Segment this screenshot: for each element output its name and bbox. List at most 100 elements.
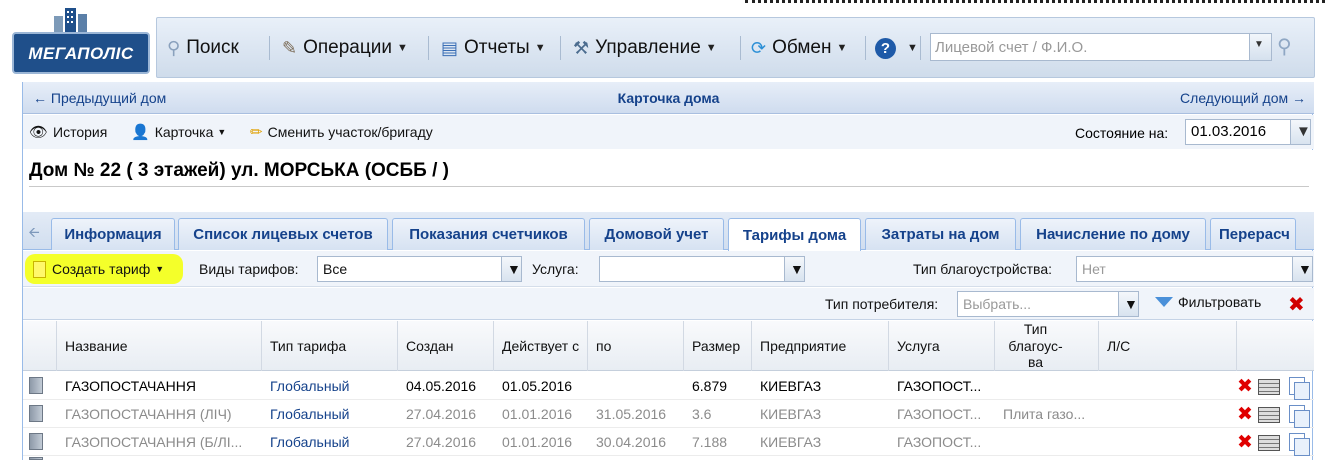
tab-house-accounting[interactable]: Домовой учет — [589, 218, 724, 250]
refresh-icon: ⟳ — [751, 37, 767, 58]
menu-search[interactable]: ⚲ Поиск — [167, 34, 239, 62]
tab-house-tariffs[interactable]: Тарифы дома — [728, 218, 861, 251]
history-button[interactable]: 👁 История — [29, 123, 107, 141]
account-search-placeholder: Лицевой счет / Ф.И.О. — [935, 39, 1088, 56]
tab-recalculation[interactable]: Перерасч — [1210, 218, 1296, 250]
menu-exchange[interactable]: ⟳ Обмен ▼ — [751, 34, 847, 62]
tab-account-list[interactable]: Список лицевых счетов — [178, 218, 388, 250]
consumer-type-dropdown[interactable]: ▼ — [1118, 292, 1138, 316]
building-icon — [29, 405, 43, 422]
card-icon: 👤 — [131, 124, 150, 141]
logo-text: МЕГАПОЛІС — [28, 44, 134, 63]
history-label: История — [53, 124, 108, 140]
create-tariff-button[interactable]: Создать тариф ▼ — [25, 254, 183, 284]
column-created[interactable]: Создан — [398, 321, 494, 371]
search-go-icon[interactable]: ⚲ — [1277, 34, 1292, 59]
next-house-link[interactable]: Следующий дом → — [1180, 90, 1306, 106]
state-date-dropdown[interactable]: ▼ — [1290, 120, 1311, 144]
operations-icon: ✎ — [282, 37, 298, 58]
table-row[interactable]: ГАЗОПОСТАЧАННЯ (Б/ЛІ... Глобальный 27.04… — [23, 428, 1314, 456]
menu-separator — [740, 36, 741, 60]
column-size[interactable]: Размер — [684, 321, 752, 371]
pencil-icon: ✏ — [250, 124, 263, 141]
clear-filter-icon[interactable]: ✖ — [1288, 292, 1305, 317]
cell-tariff-type[interactable]: Глобальный — [270, 434, 395, 450]
tab-meter-readings[interactable]: Показания счетчиков — [392, 218, 585, 250]
menu-management[interactable]: ⚒ Управление ▼ — [573, 34, 717, 62]
state-date-field[interactable]: 01.03.2016 ▼ — [1185, 119, 1311, 145]
copy-icon[interactable] — [1289, 405, 1310, 428]
tab-strip: 🡨 Информация Список лицевых счетов Показ… — [23, 212, 1314, 251]
chevron-down-icon: ▼ — [534, 42, 546, 54]
improvement-type-select[interactable]: Нет ▼ — [1076, 256, 1313, 282]
delete-icon[interactable]: ✖ — [1237, 403, 1253, 426]
table-row[interactable]: ГАЗОПОСТАЧАННЯ Глобальный 04.05.2016 01.… — [23, 372, 1314, 400]
cell-valid-from: 01.05.2016 — [502, 378, 573, 394]
column-company[interactable]: Предприятие — [752, 321, 889, 371]
improvement-type-dropdown[interactable]: ▼ — [1292, 257, 1312, 281]
consumer-type-select[interactable]: Выбрать... ▼ — [957, 291, 1139, 317]
table-row[interactable]: ГАЗОПОСТАЧАННЯ (ЛІЧ) Глобальный 27.04.20… — [23, 400, 1314, 428]
service-select[interactable]: ▼ — [599, 256, 805, 282]
cell-name: ГАЗОПОСТАЧАННЯ (Б/ЛІ... — [65, 434, 243, 450]
change-area-button[interactable]: ✏ Сменить участок/бригаду — [250, 123, 433, 141]
search-icon: ⚲ — [167, 37, 181, 58]
menu-separator — [269, 36, 270, 60]
chevron-down-icon: ▼ — [507, 261, 521, 277]
top-divider — [745, 0, 1325, 4]
menu-separator — [865, 36, 866, 60]
menu-reports[interactable]: ▤ Отчеты ▼ — [441, 34, 546, 62]
create-tariff-label: Создать тариф — [52, 261, 151, 277]
chevron-down-icon: ▼ — [217, 127, 227, 137]
chevron-down-icon: ▼ — [1254, 39, 1264, 50]
reports-icon: ▤ — [441, 37, 459, 58]
tab-house-expenses[interactable]: Затраты на дом — [865, 218, 1016, 250]
improvement-type-placeholder: Нет — [1082, 261, 1106, 277]
column-tariff-type[interactable]: Тип тарифа — [262, 321, 398, 371]
consumer-filter-bar: Тип потребителя: Выбрать... ▼ Фильтроват… — [23, 288, 1314, 320]
tab-house-charges[interactable]: Начисление по дому — [1020, 218, 1206, 250]
tariff-types-label: Виды тарифов: — [199, 261, 299, 277]
delete-icon[interactable]: ✖ — [1237, 375, 1253, 398]
tariff-types-dropdown[interactable]: ▼ — [501, 257, 521, 281]
column-improvement-type[interactable]: Тип благоус-ва — [995, 321, 1099, 371]
cell-company: КИЕВГАЗ — [760, 406, 822, 422]
menu-operations-label: Операции — [303, 37, 392, 58]
cell-service: ГАЗОПОСТ... — [897, 378, 982, 394]
column-valid-to[interactable]: по — [588, 321, 684, 371]
cell-tariff-type[interactable]: Глобальный — [270, 378, 395, 394]
menu-operations[interactable]: ✎ Операции ▼ — [282, 34, 408, 62]
column-service[interactable]: Услуга — [889, 321, 995, 371]
account-search-dropdown[interactable]: ▼ — [1249, 34, 1271, 60]
card-button[interactable]: 👤 Карточка ▼ — [131, 123, 226, 141]
cell-created: 27.04.2016 — [406, 434, 477, 450]
details-icon[interactable] — [1258, 407, 1280, 423]
menu-help[interactable]: ? ▼ — [875, 34, 918, 62]
table-row-partial — [23, 456, 1314, 460]
card-label: Карточка — [154, 124, 214, 140]
cell-company: КИЕВГАЗ — [760, 378, 822, 394]
chevron-down-icon: ▼ — [705, 42, 717, 54]
copy-icon[interactable] — [1289, 433, 1310, 456]
delete-icon[interactable]: ✖ — [1237, 431, 1253, 454]
tariff-types-select[interactable]: Все ▼ — [317, 256, 522, 282]
app-header: МЕГАПОЛІС ⚲ Поиск ✎ Операции ▼ ▤ Отчеты … — [0, 0, 1331, 82]
main-menu: ⚲ Поиск ✎ Операции ▼ ▤ Отчеты ▼ ⚒ Управл… — [156, 17, 1315, 78]
column-valid-from[interactable]: Действует с — [494, 321, 588, 371]
details-icon[interactable] — [1258, 435, 1280, 451]
details-icon[interactable] — [1258, 379, 1280, 395]
megapolis-logo[interactable]: МЕГАПОЛІС — [12, 6, 150, 74]
service-dropdown[interactable]: ▼ — [784, 257, 804, 281]
cell-company: КИЕВГАЗ — [760, 434, 822, 450]
tab-information[interactable]: Информация — [51, 218, 175, 250]
funnel-icon — [1155, 297, 1173, 307]
help-icon: ? — [875, 37, 896, 59]
tab-scroll-left-icon[interactable]: 🡨 — [23, 220, 45, 248]
cell-tariff-type[interactable]: Глобальный — [270, 406, 395, 422]
column-ls[interactable]: Л/С — [1099, 321, 1237, 371]
filter-button[interactable]: Фильтровать — [1155, 294, 1261, 310]
building-icon — [29, 377, 43, 394]
copy-icon[interactable] — [1289, 377, 1310, 400]
column-name[interactable]: Название — [57, 321, 262, 371]
account-search-input[interactable]: Лицевой счет / Ф.И.О. ▼ — [930, 33, 1272, 61]
